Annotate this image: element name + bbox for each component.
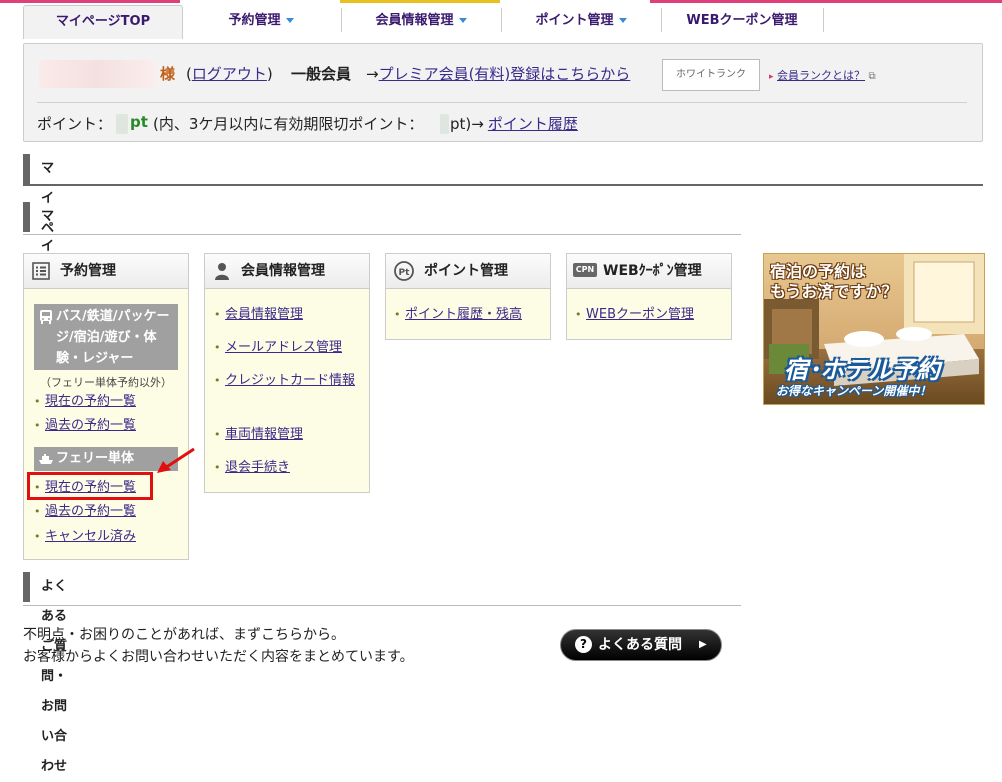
highlight-box: [27, 472, 153, 500]
menu-box-header: CPN WEBｸｰﾎﾟﾝ管理: [567, 254, 731, 289]
menu-box-title: 会員情報管理: [241, 263, 325, 279]
member-type: 一般会員: [291, 65, 352, 83]
group-note: （フェリー単体予約以外）: [40, 376, 172, 389]
divider: [37, 102, 967, 103]
expiring-value-redacted: [440, 114, 449, 134]
menu-box-header: Pt ポイント管理: [386, 254, 550, 289]
group-title: バス/鉄道/パッケージ/宿泊/遊び・体験・レジャー: [56, 309, 170, 366]
premium-wrap: →プレミア会員(有料)登録はこちらから: [366, 65, 631, 83]
nav-tab-points[interactable]: ポイント管理: [503, 5, 659, 37]
annotation-arrow-icon: [157, 447, 195, 473]
link-vehicle[interactable]: • 車両情報管理: [214, 424, 303, 445]
menu-box-title: ポイント管理: [424, 263, 508, 279]
section-title: よくあるご質問・お問い合わせ: [41, 579, 68, 774]
faq-button-label: よくある質問: [598, 637, 682, 653]
link-withdraw[interactable]: • 退会手続き: [214, 457, 290, 478]
menu-box-title: WEBｸｰﾎﾟﾝ管理: [603, 263, 702, 279]
link-web-coupon[interactable]: • WEBクーポン管理: [575, 304, 694, 325]
user-info-box: 様 (ログアウト) 一般会員 →プレミア会員(有料)登録はこちらから ホワイトラ…: [23, 43, 983, 142]
user-name-redacted: [39, 60, 157, 88]
bullet-icon: •: [394, 308, 401, 321]
faq-text-1: 不明点・お困りのことがあれば、まずこちらから。: [23, 627, 345, 643]
group-title: フェリー単体: [56, 451, 135, 466]
section-underline: [23, 605, 741, 606]
link-email[interactable]: • メールアドレス管理: [214, 337, 342, 358]
bullet-icon: •: [214, 341, 221, 354]
section-bar: [23, 572, 30, 602]
nav-tab-reservation[interactable]: 予約管理: [183, 5, 339, 37]
section-bar: [23, 202, 30, 232]
rank-info-wrap: ▸ 会員ランクとは？ ⧉: [769, 67, 876, 83]
points-icon: Pt: [394, 261, 414, 281]
nav-divider: [501, 8, 502, 32]
question-icon: ?: [575, 636, 592, 653]
link-ferry-past[interactable]: • 過去の予約一覧: [34, 501, 136, 522]
points-unit: pt: [130, 113, 148, 131]
bullet-icon: •: [214, 308, 221, 321]
bullet-icon: •: [34, 395, 41, 408]
faq-description: 不明点・お困りのことがあれば、まずこちらから。 お客様からよくお問い合わせいただ…: [23, 624, 414, 668]
svg-text:Pt: Pt: [399, 268, 411, 278]
bullet-icon: •: [34, 419, 41, 432]
menu-box-reservation: 予約管理 バス/鉄道/パッケージ/宿泊/遊び・体験・レジャー （フェリー単体予約…: [23, 253, 189, 560]
points-value-redacted: [116, 114, 128, 134]
link-points-history[interactable]: • ポイント履歴・残高: [394, 304, 522, 325]
menu-box-coupon: CPN WEBｸｰﾎﾟﾝ管理 • WEBクーポン管理: [566, 253, 732, 340]
honorific: 様: [160, 65, 176, 83]
arrow-right-icon: ▸: [769, 72, 774, 82]
logout-wrap: (ログアウト): [186, 65, 273, 83]
banner-line2: もうお済ですか？: [770, 282, 898, 301]
nav-divider: [823, 8, 824, 32]
section-bar: [23, 154, 30, 184]
bullet-icon: •: [575, 308, 582, 321]
ferry-icon: [39, 454, 53, 464]
link-bus-past[interactable]: • 過去の予約一覧: [34, 415, 136, 436]
group-bus-rail: バス/鉄道/パッケージ/宿泊/遊び・体験・レジャー: [34, 304, 178, 370]
play-arrow-icon: ▶: [699, 639, 707, 650]
coupon-icon: CPN: [573, 263, 597, 277]
menu-box-header: 予約管理: [24, 254, 188, 289]
points-expiring-end-wrap: pt)→ ポイント履歴: [450, 115, 578, 133]
points-expiring: (内、3ケ月以内に有効期限切ポイント：: [153, 115, 424, 133]
bullet-icon: •: [214, 461, 221, 474]
chevron-down-icon: [618, 18, 627, 23]
link-bus-current[interactable]: • 現在の予約一覧: [34, 391, 136, 412]
logout-link[interactable]: ログアウト: [192, 65, 267, 83]
section-underline: [23, 184, 983, 186]
menu-box-member: 会員情報管理 • 会員情報管理 • メールアドレス管理 • クレジットカード情報 • 車…: [204, 253, 370, 493]
person-icon: [215, 263, 229, 280]
nav-tab-web-coupon[interactable]: WEBクーポン管理: [663, 5, 821, 37]
hotel-banner[interactable]: 宿泊の予約は もうお済ですか？ 宿･ホテル予約 お得なキャンペーン開催中！: [763, 253, 985, 405]
points-line: ポイント：: [37, 115, 113, 133]
banner-subtitle: お得なキャンペーン開催中！: [776, 384, 932, 398]
section-underline: [23, 234, 741, 235]
link-credit-card[interactable]: • クレジットカード情報: [214, 370, 357, 391]
link-ferry-cancelled[interactable]: • キャンセル済み: [34, 526, 136, 547]
premium-register-link[interactable]: プレミア会員(有料)登録はこちらから: [379, 65, 631, 83]
bullet-icon: •: [34, 505, 41, 518]
faq-button[interactable]: ? よくある質問 ▶: [560, 629, 722, 661]
link-member-info[interactable]: • 会員情報管理: [214, 304, 303, 325]
banner-title: 宿･ホテル予約: [784, 356, 940, 384]
list-icon: [32, 262, 50, 280]
nav-tab-mypage-top[interactable]: マイページTOP: [23, 5, 183, 39]
menu-box-title: 予約管理: [60, 263, 116, 279]
chevron-down-icon: [285, 18, 294, 23]
external-window-icon: ⧉: [868, 71, 876, 82]
chevron-down-icon: [458, 18, 467, 23]
menu-box-header: 会員情報管理: [205, 254, 369, 289]
rank-info-link[interactable]: 会員ランクとは？: [777, 69, 865, 82]
bullet-icon: •: [214, 428, 221, 441]
menu-box-points: Pt ポイント管理 • ポイント履歴・残高: [385, 253, 551, 340]
nav-divider: [661, 8, 662, 32]
rank-badge: ホワイトランク: [662, 59, 760, 91]
bullet-icon: •: [34, 530, 41, 543]
nav-tab-member-info[interactable]: 会員情報管理: [343, 5, 499, 37]
points-history-link[interactable]: ポイント履歴: [488, 115, 578, 133]
faq-text-2: お客様からよくお問い合わせいただく内容をまとめています。: [23, 649, 414, 665]
nav-divider: [341, 8, 342, 32]
bullet-icon: •: [214, 374, 221, 387]
main-nav: マイページTOP 予約管理 会員情報管理 ポイント管理 WEBクーポン管理: [23, 0, 983, 39]
bus-icon: [40, 310, 52, 324]
